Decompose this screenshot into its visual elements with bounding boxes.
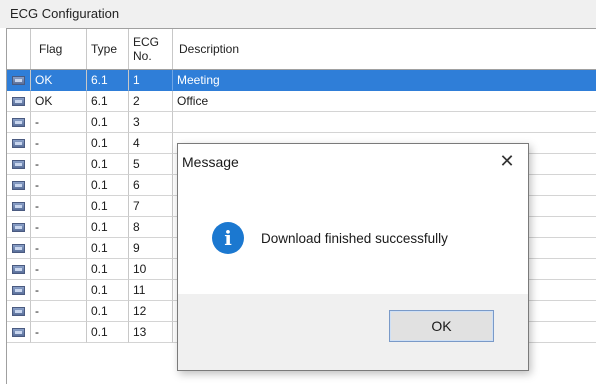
ecg-number-cell[interactable]: 5 xyxy=(129,154,173,175)
flag-cell[interactable]: - xyxy=(31,154,87,175)
type-cell[interactable]: 0.1 xyxy=(87,112,129,133)
type-cell[interactable]: 0.1 xyxy=(87,280,129,301)
ecg-number-cell[interactable]: 9 xyxy=(129,238,173,259)
description-cell[interactable]: Meeting xyxy=(173,70,596,91)
flag-cell[interactable]: - xyxy=(31,112,87,133)
row-icon-cell xyxy=(7,280,31,301)
flag-cell[interactable]: OK xyxy=(31,70,87,91)
dialog-message: Download finished successfully xyxy=(261,231,448,246)
ecg-row-icon xyxy=(12,286,25,295)
ecg-row-icon xyxy=(12,307,25,316)
ecg-row-icon xyxy=(12,265,25,274)
type-cell[interactable]: 0.1 xyxy=(87,217,129,238)
flag-cell[interactable]: OK xyxy=(31,91,87,112)
type-cell[interactable]: 0.1 xyxy=(87,322,129,343)
description-cell[interactable]: Office xyxy=(173,91,596,112)
dialog-title-bar[interactable]: Message ✕ xyxy=(178,144,528,180)
ecg-row-icon xyxy=(12,328,25,337)
header-type[interactable]: Type xyxy=(87,29,129,69)
type-cell[interactable]: 0.1 xyxy=(87,175,129,196)
flag-cell[interactable]: - xyxy=(31,280,87,301)
row-icon-cell xyxy=(7,112,31,133)
ecg-number-cell[interactable]: 10 xyxy=(129,259,173,280)
header-ecg-line2: No. xyxy=(133,49,152,63)
ecg-number-cell[interactable]: 6 xyxy=(129,175,173,196)
row-icon-cell xyxy=(7,322,31,343)
row-icon-cell xyxy=(7,154,31,175)
table-row[interactable]: OK 6.1 1 Meeting xyxy=(7,70,596,91)
ecg-row-icon xyxy=(12,244,25,253)
header-icon-column xyxy=(7,29,31,69)
type-cell[interactable]: 0.1 xyxy=(87,301,129,322)
ecg-number-cell[interactable]: 7 xyxy=(129,196,173,217)
ecg-row-icon xyxy=(12,118,25,127)
flag-cell[interactable]: - xyxy=(31,238,87,259)
dialog-footer: OK xyxy=(178,294,528,370)
header-description[interactable]: Description xyxy=(173,29,596,69)
ecg-row-icon xyxy=(12,139,25,148)
table-header: Flag Type ECG No. Description xyxy=(7,29,596,70)
ecg-number-cell[interactable]: 11 xyxy=(129,280,173,301)
message-dialog: Message ✕ i Download finished successful… xyxy=(177,143,529,371)
type-cell[interactable]: 0.1 xyxy=(87,238,129,259)
flag-cell[interactable]: - xyxy=(31,133,87,154)
row-icon-cell xyxy=(7,70,31,91)
ecg-row-icon xyxy=(12,223,25,232)
row-icon-cell xyxy=(7,175,31,196)
ecg-number-cell[interactable]: 4 xyxy=(129,133,173,154)
flag-cell[interactable]: - xyxy=(31,196,87,217)
type-cell[interactable]: 0.1 xyxy=(87,154,129,175)
ecg-number-cell[interactable]: 3 xyxy=(129,112,173,133)
flag-cell[interactable]: - xyxy=(31,322,87,343)
flag-cell[interactable]: - xyxy=(31,301,87,322)
type-cell[interactable]: 0.1 xyxy=(87,196,129,217)
type-cell[interactable]: 0.1 xyxy=(87,133,129,154)
row-icon-cell xyxy=(7,217,31,238)
table-row[interactable]: -0.1 3 xyxy=(7,112,596,133)
ecg-row-icon xyxy=(12,97,25,106)
ecg-number-cell[interactable]: 2 xyxy=(129,91,173,112)
ecg-row-icon xyxy=(12,76,25,85)
info-icon: i xyxy=(212,222,244,254)
type-cell[interactable]: 6.1 xyxy=(87,70,129,91)
flag-cell[interactable]: - xyxy=(31,217,87,238)
row-icon-cell xyxy=(7,301,31,322)
flag-cell[interactable]: - xyxy=(31,259,87,280)
table-row[interactable]: OK 6.1 2 Office xyxy=(7,91,596,112)
ecg-row-icon xyxy=(12,202,25,211)
ecg-number-cell[interactable]: 8 xyxy=(129,217,173,238)
row-icon-cell xyxy=(7,196,31,217)
close-icon[interactable]: ✕ xyxy=(496,150,518,172)
ecg-number-cell[interactable]: 1 xyxy=(129,70,173,91)
type-cell[interactable]: 0.1 xyxy=(87,259,129,280)
row-icon-cell xyxy=(7,238,31,259)
panel-title: ECG Configuration xyxy=(0,0,596,28)
row-icon-cell xyxy=(7,133,31,154)
dialog-title: Message xyxy=(182,154,239,170)
header-ecg-no[interactable]: ECG No. xyxy=(129,29,173,69)
header-ecg-line1: ECG xyxy=(133,35,160,49)
row-icon-cell xyxy=(7,91,31,112)
flag-cell[interactable]: - xyxy=(31,175,87,196)
ok-button[interactable]: OK xyxy=(389,310,494,342)
header-flag[interactable]: Flag xyxy=(31,29,87,69)
ecg-row-icon xyxy=(12,160,25,169)
ecg-row-icon xyxy=(12,181,25,190)
row-icon-cell xyxy=(7,259,31,280)
type-cell[interactable]: 6.1 xyxy=(87,91,129,112)
ecg-number-cell[interactable]: 13 xyxy=(129,322,173,343)
ecg-number-cell[interactable]: 12 xyxy=(129,301,173,322)
description-cell[interactable] xyxy=(173,112,596,133)
